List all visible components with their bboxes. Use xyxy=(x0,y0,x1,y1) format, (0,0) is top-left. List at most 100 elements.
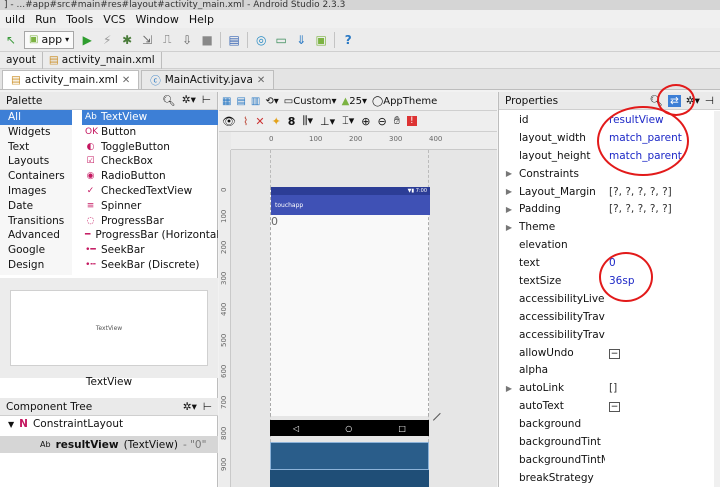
sdk-manager-icon[interactable]: ⇓ xyxy=(294,31,308,49)
pan-icon[interactable]: ✋︎ xyxy=(394,114,400,128)
menu-item[interactable]: Help xyxy=(184,13,219,26)
menu-item[interactable]: Run xyxy=(30,13,61,26)
palette-widget[interactable]: ≡ Spinner xyxy=(82,199,218,214)
property-row[interactable]: ▶ Layout_Margin [?, ?, ?, ?, ?] xyxy=(499,183,720,201)
palette-widget[interactable]: ▣ QuickContactBadge xyxy=(82,273,218,275)
palette-category[interactable]: Widgets xyxy=(0,125,72,140)
checkbox-icon[interactable]: − xyxy=(609,402,620,413)
property-row[interactable]: autoText − xyxy=(499,397,720,415)
palette-category[interactable]: Containers xyxy=(0,169,72,184)
blueprint-preview[interactable] xyxy=(270,442,429,487)
palette-widget[interactable]: ━ ProgressBar (Horizontal) xyxy=(82,228,218,243)
property-row[interactable]: ▶ Constraints xyxy=(499,165,720,183)
sync-gradle-icon[interactable]: ◎ xyxy=(254,31,268,49)
menu-item[interactable]: Tools xyxy=(61,13,98,26)
palette-category[interactable]: Google xyxy=(0,243,72,258)
palette-category[interactable]: Advanced xyxy=(0,228,72,243)
gear-icon[interactable]: ✲▾ xyxy=(182,94,196,107)
palette-category[interactable]: Date xyxy=(0,199,72,214)
breadcrumb-item[interactable]: ▤ activity_main.xml xyxy=(43,51,162,69)
attach-debugger-icon[interactable]: ⇲ xyxy=(140,31,154,49)
tree-item-constraintlayout[interactable]: ▼ N ConstraintLayout xyxy=(8,418,123,430)
expand-arrow-icon[interactable]: ▶ xyxy=(499,384,519,393)
gear-icon[interactable]: ✲▾ xyxy=(183,401,197,413)
property-value[interactable]: [?, ?, ?, ?, ?] xyxy=(605,203,720,215)
autoconnect-icon[interactable]: ⌇ xyxy=(243,115,248,128)
default-margin-value[interactable]: 8 xyxy=(288,115,296,128)
tab-activity-main-xml[interactable]: ▤ activity_main.xml ✕ xyxy=(2,70,140,89)
property-row[interactable]: ▶ autoLink [] xyxy=(499,379,720,397)
property-row[interactable]: allowUndo − xyxy=(499,344,720,362)
palette-widget[interactable]: OK Button xyxy=(82,125,218,140)
palette-widget[interactable]: ◉ RadioButton xyxy=(82,169,218,184)
expand-arrow-icon[interactable]: ▶ xyxy=(499,205,519,214)
tree-item-resultview[interactable]: Ab resultView (TextView) - "0" xyxy=(0,436,218,453)
property-row[interactable]: elevation xyxy=(499,236,720,254)
run-icon[interactable]: ▶ xyxy=(80,31,94,49)
profile-icon[interactable]: ⎍ xyxy=(160,31,174,49)
close-icon[interactable]: ✕ xyxy=(257,75,265,86)
property-row[interactable]: background xyxy=(499,415,720,433)
menu-item[interactable]: Window xyxy=(130,13,183,26)
help-icon[interactable]: ? xyxy=(341,31,355,49)
expand-arrow-icon[interactable]: ▶ xyxy=(499,223,519,232)
property-row[interactable]: breakStrategy xyxy=(499,469,720,487)
menu-item[interactable]: VCS xyxy=(98,13,130,26)
stop-icon[interactable]: ■ xyxy=(200,31,214,49)
phone-preview[interactable]: ▼▮ 7:00 touchapp 0 xyxy=(270,187,430,416)
debug-icon[interactable]: ✱ xyxy=(120,31,134,49)
android-monitor-icon[interactable]: ▣ xyxy=(314,31,328,49)
property-value[interactable]: − xyxy=(605,347,720,359)
clear-constraints-icon[interactable]: ✕ xyxy=(255,115,264,128)
device-select[interactable]: ▭Custom▾ xyxy=(284,96,337,107)
avd-manager-icon[interactable]: ▭ xyxy=(274,31,288,49)
palette-category[interactable]: Images xyxy=(0,184,72,199)
zoom-in-icon[interactable]: ⊕ xyxy=(361,115,370,128)
palette-widget[interactable]: ◌ ProgressBar xyxy=(82,214,218,229)
theme-select[interactable]: ◯AppTheme xyxy=(372,96,437,107)
property-row[interactable]: alpha xyxy=(499,361,720,379)
orientation-icon[interactable]: ⟲▾ xyxy=(265,96,278,107)
resize-handle-icon[interactable] xyxy=(432,412,448,428)
blueprint-view-icon[interactable]: ▤ xyxy=(236,96,245,107)
expand-arrow-icon[interactable]: ▶ xyxy=(499,187,519,196)
expand-arrow-icon[interactable]: ▶ xyxy=(499,169,519,178)
property-row[interactable]: backgroundTint xyxy=(499,433,720,451)
palette-widget[interactable]: •┅ SeekBar (Discrete) xyxy=(82,258,218,273)
run-config-select[interactable]: ▣ app ▾ xyxy=(24,30,75,49)
design-canvas[interactable]: ▼▮ 7:00 touchapp 0 ◁ ○ □ xyxy=(231,150,497,487)
search-icon[interactable]: 🔍︎ xyxy=(162,94,175,107)
properties-scrollbar[interactable] xyxy=(714,111,720,487)
design-view-icon[interactable]: ▦ xyxy=(222,96,231,107)
show-constraints-icon[interactable]: 👁︎ xyxy=(222,115,236,128)
align-icon[interactable]: ⊥▾ xyxy=(320,115,335,128)
palette-widget[interactable]: ✓ CheckedTextView xyxy=(82,184,218,199)
hide-panel-icon[interactable]: ⊢ xyxy=(203,401,212,413)
property-row[interactable]: backgroundTintMo xyxy=(499,451,720,469)
palette-category[interactable]: Design xyxy=(0,258,72,273)
hide-panel-icon[interactable]: ⊣ xyxy=(705,95,714,107)
tab-main-activity-java[interactable]: ⓒ MainActivity.java ✕ xyxy=(141,70,275,89)
palette-category[interactable]: AppCompat xyxy=(0,273,72,275)
api-select[interactable]: ▲25▾ xyxy=(342,96,367,107)
palette-category[interactable]: Transitions xyxy=(0,214,72,229)
guidelines-icon[interactable]: ⌶▾ xyxy=(342,114,354,128)
palette-widget[interactable]: •━ SeekBar xyxy=(82,243,218,258)
palette-widget[interactable]: ◐ ToggleButton xyxy=(82,140,218,155)
property-value[interactable]: − xyxy=(605,400,720,413)
property-value[interactable]: [] xyxy=(605,382,720,394)
pack-icon[interactable]: ⫼▾ xyxy=(302,114,313,128)
menu-item[interactable]: uild xyxy=(0,13,30,26)
property-row[interactable]: accessibilityTravers xyxy=(499,308,720,326)
close-icon[interactable]: ✕ xyxy=(122,75,130,86)
back-arrow-icon[interactable]: ↖ xyxy=(4,31,18,49)
zoom-out-icon[interactable]: ⊖ xyxy=(377,115,386,128)
result-textview[interactable]: 0 xyxy=(271,215,278,228)
checkbox-icon[interactable]: − xyxy=(609,348,620,359)
palette-category[interactable]: Text xyxy=(0,140,72,155)
instant-run-icon[interactable]: ⚡ xyxy=(100,31,114,49)
breadcrumb-item[interactable]: ayout xyxy=(0,51,43,69)
property-row[interactable]: accessibilityTravers xyxy=(499,326,720,344)
error-icon[interactable]: ! xyxy=(406,116,417,126)
hide-panel-icon[interactable]: ⊢ xyxy=(202,94,211,107)
